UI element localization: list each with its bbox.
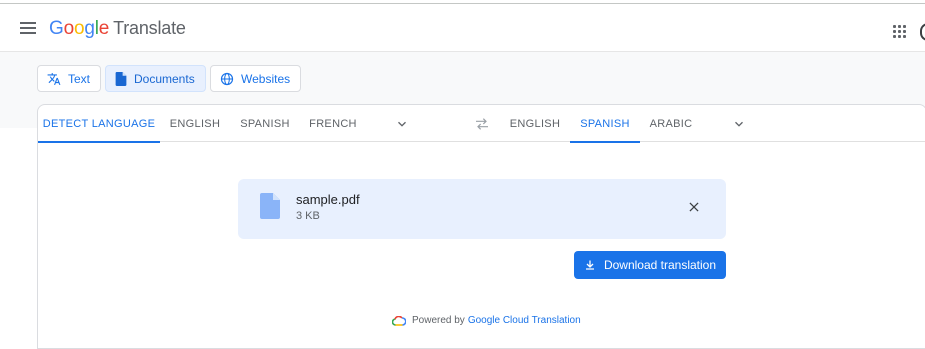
language-bar: DETECT LANGUAGE ENGLISH SPANISH FRENCH E… <box>38 105 925 143</box>
uploaded-file-panel: sample.pdf 3 KB <box>238 179 726 239</box>
translate-icon <box>47 72 61 85</box>
globe-icon <box>220 72 234 85</box>
document-icon <box>115 71 127 86</box>
logo-letter-o1: o <box>63 18 75 39</box>
download-translation-button[interactable]: Download translation <box>574 251 726 279</box>
mode-text-button[interactable]: Text <box>37 65 102 92</box>
source-tab-spanish[interactable]: SPANISH <box>230 105 300 142</box>
mode-documents-label: Documents <box>134 71 195 86</box>
logo-letter-e: e <box>98 18 110 39</box>
file-name: sample.pdf <box>296 192 360 207</box>
source-tab-english[interactable]: ENGLISH <box>160 105 230 142</box>
powered-by-footer: Powered by Google Cloud Translation <box>392 315 581 326</box>
google-apps-icon[interactable] <box>893 25 907 39</box>
close-icon[interactable] <box>687 200 701 214</box>
logo-letter-g1: G <box>49 18 64 39</box>
logo-letter-o2: o <box>73 18 85 39</box>
target-more-languages-icon[interactable] <box>732 117 746 131</box>
mode-documents-button[interactable]: Documents <box>105 65 206 92</box>
target-tab-arabic[interactable]: ARABIC <box>640 105 702 142</box>
account-avatar[interactable] <box>920 23 925 41</box>
logo-letter-g2: g <box>84 18 95 39</box>
source-tab-detect-language[interactable]: DETECT LANGUAGE <box>38 105 160 143</box>
target-tab-english[interactable]: ENGLISH <box>500 105 570 142</box>
mode-websites-label: Websites <box>241 71 291 86</box>
main-menu-icon[interactable] <box>20 22 36 34</box>
translation-card: DETECT LANGUAGE ENGLISH SPANISH FRENCH E… <box>37 104 925 349</box>
file-size: 3 KB <box>296 210 320 222</box>
source-tab-french[interactable]: FRENCH <box>300 105 366 142</box>
google-translate-logo[interactable]: Google Translate <box>49 18 186 40</box>
powered-by-text: Powered by <box>412 315 465 326</box>
download-icon <box>585 260 594 270</box>
swap-languages-icon[interactable] <box>474 117 490 131</box>
mode-websites-button[interactable]: Websites <box>210 65 302 92</box>
google-cloud-translation-link[interactable]: Google Cloud Translation <box>468 315 581 326</box>
file-icon <box>260 193 280 219</box>
source-more-languages-icon[interactable] <box>395 117 409 131</box>
product-name: Translate <box>113 18 186 38</box>
google-cloud-icon <box>392 315 406 326</box>
app-header: Google Translate <box>0 4 925 52</box>
mode-text-label: Text <box>68 71 91 86</box>
download-button-label: Download translation <box>603 258 717 272</box>
target-tab-spanish[interactable]: SPANISH <box>570 105 640 143</box>
